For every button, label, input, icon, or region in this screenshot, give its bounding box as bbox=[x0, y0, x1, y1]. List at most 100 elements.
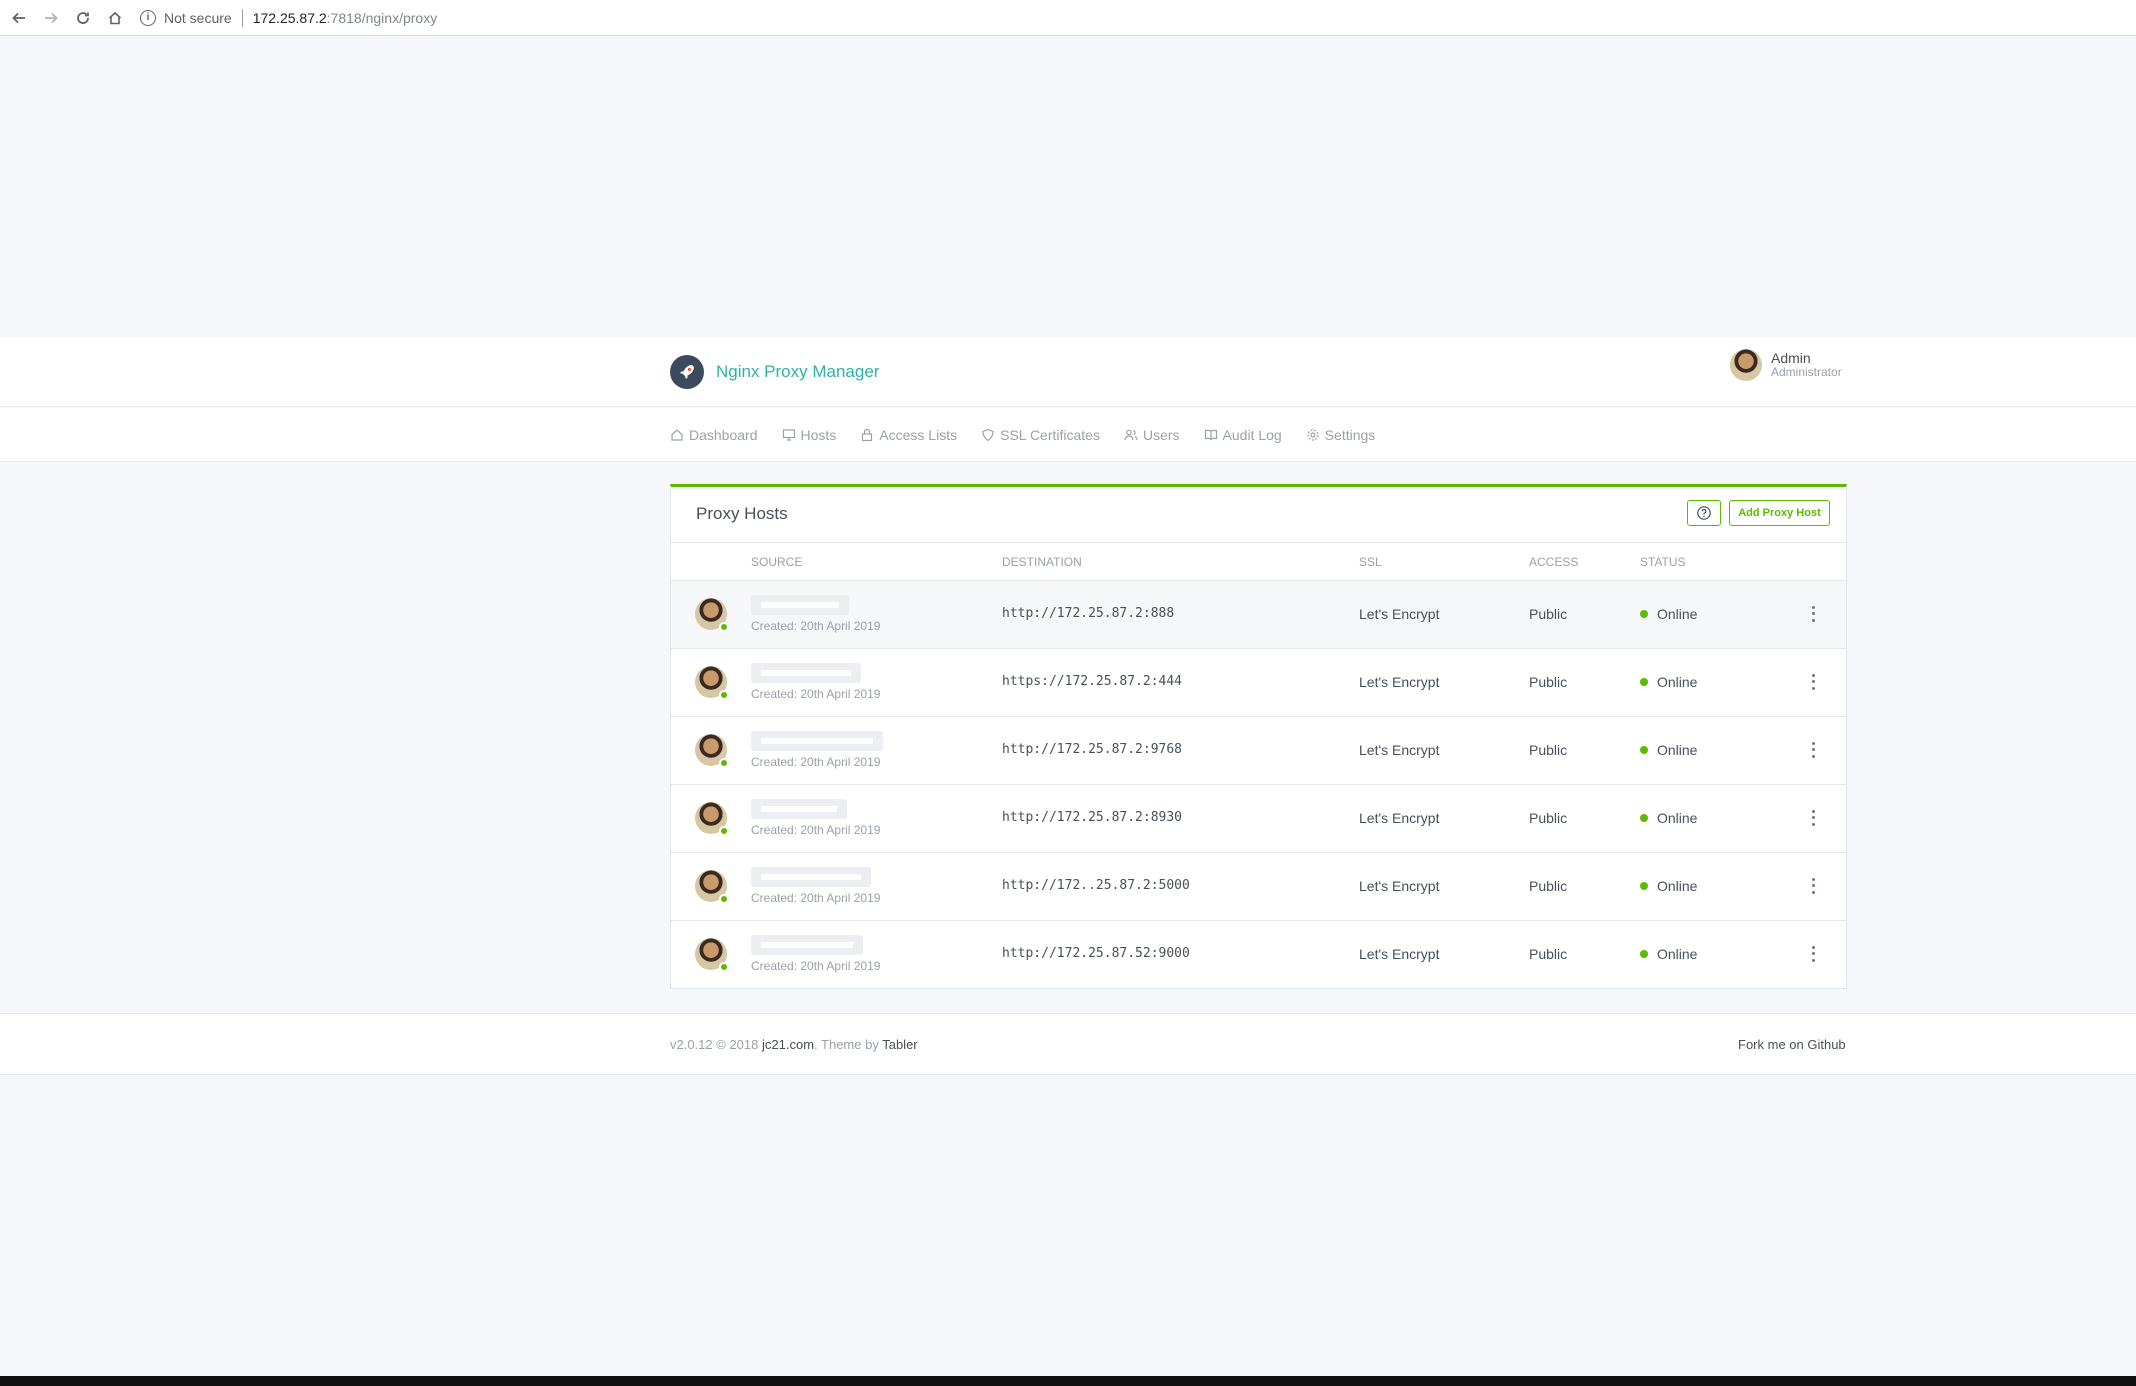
row-menu-button[interactable] bbox=[1808, 672, 1818, 692]
redacted-domain bbox=[751, 935, 863, 955]
reload-icon bbox=[77, 11, 89, 24]
nav-access-lists-label: Access Lists bbox=[879, 427, 958, 443]
status-dot-icon bbox=[1640, 746, 1648, 754]
ssl: Let's Encrypt bbox=[1359, 810, 1440, 826]
access: Public bbox=[1529, 674, 1568, 690]
ssl: Let's Encrypt bbox=[1359, 878, 1440, 894]
destination: https://172.25.87.2:444 bbox=[1002, 674, 1183, 689]
created-date: Created: 20th April 2019 bbox=[751, 755, 881, 769]
not-secure-label: Not secure bbox=[164, 9, 232, 26]
status-badge: Online bbox=[1640, 810, 1697, 826]
row-menu-button[interactable] bbox=[1808, 604, 1818, 624]
nav-audit-log[interactable]: Audit Log bbox=[1204, 427, 1282, 443]
address-bar[interactable]: i Not secure 172.25.87.2 :7818/nginx/pro… bbox=[140, 4, 437, 32]
main-nav: Dashboard Hosts Access Lists SSL Certifi… bbox=[0, 408, 2136, 462]
nav-settings[interactable]: Settings bbox=[1306, 427, 1376, 443]
info-icon[interactable]: i bbox=[140, 9, 156, 26]
table-row: Created: 20th April 2019 https://172.25.… bbox=[671, 649, 1846, 717]
status-label: Online bbox=[1657, 742, 1698, 758]
browser-toolbar: i Not secure 172.25.87.2 :7818/nginx/pro… bbox=[0, 0, 2136, 36]
help-button[interactable] bbox=[1687, 500, 1721, 526]
redacted-domain bbox=[751, 595, 849, 615]
col-ssl: SSL bbox=[1359, 555, 1382, 569]
table-row: Created: 20th April 2019 http://172.25.8… bbox=[671, 717, 1846, 785]
table-row: Created: 20th April 2019 http://172.25.8… bbox=[671, 581, 1846, 649]
nav-dashboard[interactable]: Dashboard bbox=[670, 427, 758, 443]
arrow-right-icon bbox=[45, 12, 58, 23]
status-badge: Online bbox=[1640, 606, 1697, 622]
status-label: Online bbox=[1657, 878, 1698, 894]
user-name: Admin bbox=[1771, 350, 1811, 367]
table-row: Created: 20th April 2019 http://172..25.… bbox=[671, 853, 1846, 921]
avatar bbox=[1730, 349, 1762, 381]
avatar bbox=[695, 870, 729, 904]
ssl: Let's Encrypt bbox=[1359, 674, 1440, 690]
destination: http://172.25.87.2:9768 bbox=[1002, 742, 1183, 757]
card-header: Proxy Hosts Add Proxy Host bbox=[671, 487, 1846, 543]
gear-icon bbox=[1307, 429, 1319, 441]
nav-settings-label: Settings bbox=[1324, 427, 1376, 443]
nav-dashboard-label: Dashboard bbox=[689, 427, 758, 443]
forward-button[interactable] bbox=[38, 5, 64, 31]
status-dot-icon bbox=[1640, 678, 1648, 686]
help-icon bbox=[1697, 506, 1711, 520]
nav-ssl-certificates[interactable]: SSL Certificates bbox=[981, 427, 1100, 443]
nav-access-lists[interactable]: Access Lists bbox=[860, 427, 957, 443]
row-menu-button[interactable] bbox=[1808, 944, 1818, 964]
nav-audit-log-label: Audit Log bbox=[1222, 427, 1282, 443]
home-icon bbox=[671, 429, 683, 441]
footer-site-link[interactable]: jc21.com bbox=[762, 1037, 814, 1052]
user-menu[interactable]: Admin Administrator bbox=[1730, 349, 1842, 381]
footer-tabler-link[interactable]: Tabler bbox=[882, 1037, 917, 1052]
add-proxy-host-button[interactable]: Add Proxy Host bbox=[1729, 500, 1830, 526]
destination: http://172..25.87.2:5000 bbox=[1002, 878, 1190, 893]
status-dot-icon bbox=[1640, 950, 1648, 958]
app-header: Nginx Proxy Manager Admin Administrator bbox=[0, 337, 2136, 407]
reload-button[interactable] bbox=[70, 5, 96, 31]
footer-theme-by: . Theme by bbox=[814, 1037, 879, 1052]
status-badge: Online bbox=[1640, 674, 1697, 690]
home-icon bbox=[108, 11, 122, 24]
table-header: SOURCE DESTINATION SSL ACCESS STATUS bbox=[671, 543, 1846, 581]
status-label: Online bbox=[1657, 606, 1698, 622]
avatar bbox=[695, 802, 729, 836]
row-menu-button[interactable] bbox=[1808, 876, 1818, 896]
home-button[interactable] bbox=[102, 5, 128, 31]
status-badge: Online bbox=[1640, 742, 1697, 758]
redacted-domain bbox=[751, 663, 861, 683]
online-dot bbox=[719, 622, 729, 632]
address-separator bbox=[241, 8, 243, 27]
book-icon bbox=[1204, 429, 1217, 441]
brand-link[interactable]: Nginx Proxy Manager bbox=[670, 355, 879, 389]
nav-hosts[interactable]: Hosts bbox=[782, 427, 837, 443]
online-dot bbox=[719, 962, 729, 972]
access: Public bbox=[1529, 946, 1568, 962]
status-dot-icon bbox=[1640, 610, 1648, 618]
lock-icon bbox=[862, 428, 873, 442]
access: Public bbox=[1529, 878, 1568, 894]
col-source: SOURCE bbox=[751, 555, 803, 569]
status-dot-icon bbox=[1640, 814, 1648, 822]
status-label: Online bbox=[1657, 946, 1698, 962]
row-menu-button[interactable] bbox=[1808, 808, 1818, 828]
back-button[interactable] bbox=[6, 5, 32, 31]
avatar bbox=[695, 666, 729, 700]
created-date: Created: 20th April 2019 bbox=[751, 619, 881, 633]
shield-icon bbox=[982, 428, 994, 442]
status-dot-icon bbox=[1640, 882, 1648, 890]
user-role: Administrator bbox=[1771, 365, 1842, 380]
fork-github-link[interactable]: Fork me on Github bbox=[1738, 1037, 1846, 1052]
rocket-logo-icon bbox=[670, 355, 704, 389]
nav-users[interactable]: Users bbox=[1124, 427, 1180, 443]
destination: http://172.25.87.2:888 bbox=[1002, 606, 1175, 621]
col-access: ACCESS bbox=[1529, 555, 1579, 569]
status-label: Online bbox=[1657, 674, 1698, 690]
online-dot bbox=[719, 758, 729, 768]
destination: http://172.25.87.52:9000 bbox=[1002, 946, 1190, 961]
nav-hosts-label: Hosts bbox=[800, 427, 837, 443]
nav-users-label: Users bbox=[1142, 427, 1180, 443]
created-date: Created: 20th April 2019 bbox=[751, 959, 881, 973]
row-menu-button[interactable] bbox=[1808, 740, 1818, 760]
redacted-domain bbox=[751, 867, 871, 887]
access: Public bbox=[1529, 742, 1568, 758]
